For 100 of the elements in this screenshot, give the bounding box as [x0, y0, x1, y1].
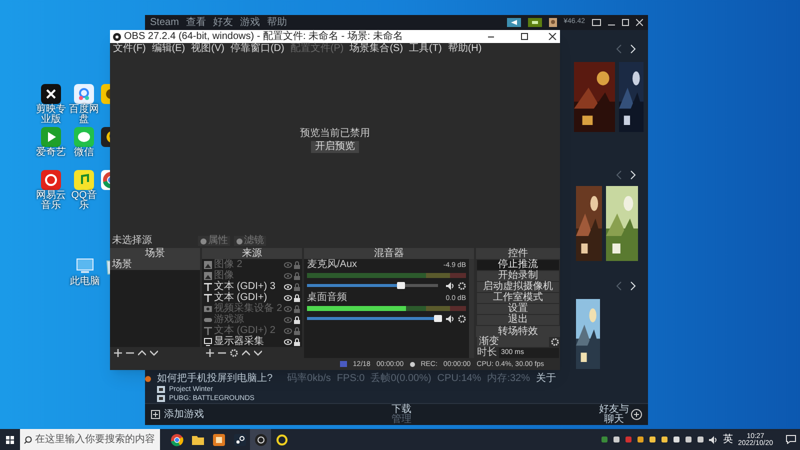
source-type-icon: [204, 294, 212, 302]
add-game-button[interactable]: 添加游戏: [151, 410, 204, 420]
move-down-icon[interactable]: [254, 348, 262, 356]
dock-header: 混音器: [304, 248, 474, 259]
big-picture-icon[interactable]: [592, 19, 601, 26]
control-button[interactable]: 停止推流: [477, 260, 559, 270]
plus-icon: [151, 410, 160, 419]
dock-header: 场景: [110, 248, 200, 259]
source-item[interactable]: 文本 (GDI+): [202, 292, 302, 303]
maximize-icon[interactable]: [622, 19, 629, 26]
network-icon: [340, 361, 347, 367]
record-icon: [410, 362, 415, 366]
app-icon: [232, 432, 246, 446]
next-icon[interactable]: [630, 170, 636, 180]
add-icon[interactable]: [114, 348, 122, 356]
move-up-icon[interactable]: [242, 348, 250, 356]
menu-item[interactable]: 工具(T): [409, 44, 442, 54]
move-up-icon[interactable]: [138, 348, 146, 356]
app-icon: [212, 432, 226, 446]
source-type-icon: [204, 316, 212, 324]
source-type-icon: [204, 272, 212, 280]
source-item[interactable]: 显示器采集: [202, 336, 302, 347]
volume-slider[interactable]: [307, 284, 438, 287]
move-down-icon[interactable]: [150, 348, 158, 356]
stat-text: FPS:0: [336, 374, 365, 384]
settings-icon[interactable]: [458, 314, 466, 322]
source-type-icon: [204, 260, 212, 268]
source-label: 未选择源: [112, 236, 153, 246]
app-icon[interactable]: [101, 127, 110, 147]
menu-item[interactable]: 帮助(H): [448, 44, 482, 54]
menu-item[interactable]: 查看: [186, 18, 206, 28]
menu-item[interactable]: 场景集合(S): [350, 44, 404, 54]
next-icon[interactable]: [630, 281, 636, 291]
avatar-icon[interactable]: [548, 18, 557, 27]
notification-icon[interactable]: [786, 435, 796, 444]
channel-name: 桌面音频: [307, 293, 347, 303]
notification-icon[interactable]: [528, 18, 542, 27]
stat-text: CPU:14%: [437, 374, 482, 384]
transition-select[interactable]: 渐变: [477, 337, 549, 348]
control-button[interactable]: 设置: [477, 304, 559, 314]
source-type-icon: [204, 338, 212, 346]
source-type-icon: [204, 326, 212, 334]
dock-header: 控件: [476, 248, 560, 259]
lock-icon[interactable]: [294, 316, 300, 324]
lock-icon[interactable]: [294, 338, 300, 346]
channel-name: 麦克风/Aux: [307, 260, 358, 270]
downloads-button[interactable]: 下载 管理: [392, 404, 412, 424]
announce-icon[interactable]: [506, 18, 521, 27]
enable-preview-button[interactable]: 开启预览: [311, 140, 359, 152]
dock-header: 转场特效: [476, 326, 560, 337]
menu-item: 配置文件(P): [290, 44, 344, 54]
speaker-icon[interactable]: [446, 314, 455, 322]
menu-item[interactable]: 帮助: [266, 18, 287, 28]
source-type-icon: [204, 282, 212, 290]
scene-item[interactable]: 场景: [110, 259, 200, 270]
next-icon[interactable]: [630, 44, 636, 54]
menu-item[interactable]: 好友: [212, 18, 233, 28]
friends-button[interactable]: 好友与聊天: [599, 404, 642, 424]
app-icon: [170, 432, 184, 446]
app-icon[interactable]: [41, 84, 61, 104]
control-button[interactable]: 工作室模式: [477, 293, 559, 303]
source-type-icon: [204, 304, 212, 312]
stat-text: 丢帧0(0.00%): [370, 374, 432, 384]
menu-item[interactable]: Steam: [150, 18, 179, 28]
speaker-icon[interactable]: [446, 282, 455, 290]
add-icon[interactable]: [206, 348, 214, 356]
menu-item[interactable]: 文件(F): [113, 44, 146, 54]
close-icon[interactable]: [548, 33, 557, 40]
settings-icon[interactable]: [551, 338, 559, 346]
preview-message: 预览当前已禁用: [300, 128, 370, 138]
previous-icon[interactable]: [616, 281, 622, 291]
menu-item[interactable]: 游戏: [240, 18, 260, 28]
stat-text: 内存:32%: [487, 374, 530, 384]
speaker-icon[interactable]: [708, 436, 718, 444]
search-field[interactable]: 在这里输入你要搜索的内容: [20, 429, 160, 450]
previous-icon[interactable]: [616, 44, 622, 54]
input-method-indicator[interactable]: 英: [722, 434, 733, 444]
search-icon: [24, 436, 32, 444]
plus-icon: [631, 409, 642, 420]
app-icon: [254, 432, 268, 446]
control-button[interactable]: 开始录制: [477, 271, 559, 281]
menu-item[interactable]: 编辑(E): [152, 44, 186, 54]
window-title: OBS 27.2.4 (64-bit, windows) - 配置文件: 未命名 - 场景: 未命名: [124, 32, 403, 42]
menu-item[interactable]: 视图(V): [191, 44, 224, 54]
about-link[interactable]: 关于: [536, 374, 556, 384]
dock-header: 来源: [202, 248, 302, 259]
control-button[interactable]: 启动虚拟摄像机: [477, 282, 559, 292]
stat-text: 码率0kb/s: [287, 374, 331, 384]
control-button[interactable]: 退出: [477, 315, 559, 325]
menu-item[interactable]: 停靠窗口(D): [230, 44, 284, 54]
taskbar-app[interactable]: [250, 429, 271, 450]
settings-icon[interactable]: [458, 282, 466, 290]
notification-dot-icon: [145, 376, 151, 382]
lock-icon[interactable]: [294, 294, 300, 302]
settings-icon[interactable]: [230, 348, 238, 356]
app-logo-icon: [113, 32, 121, 40]
duration-label: 时长: [477, 348, 497, 358]
app-icon: [274, 432, 288, 446]
notice-text: 如何把手机投屏到电脑上?: [157, 374, 273, 384]
previous-icon[interactable]: [616, 170, 622, 180]
